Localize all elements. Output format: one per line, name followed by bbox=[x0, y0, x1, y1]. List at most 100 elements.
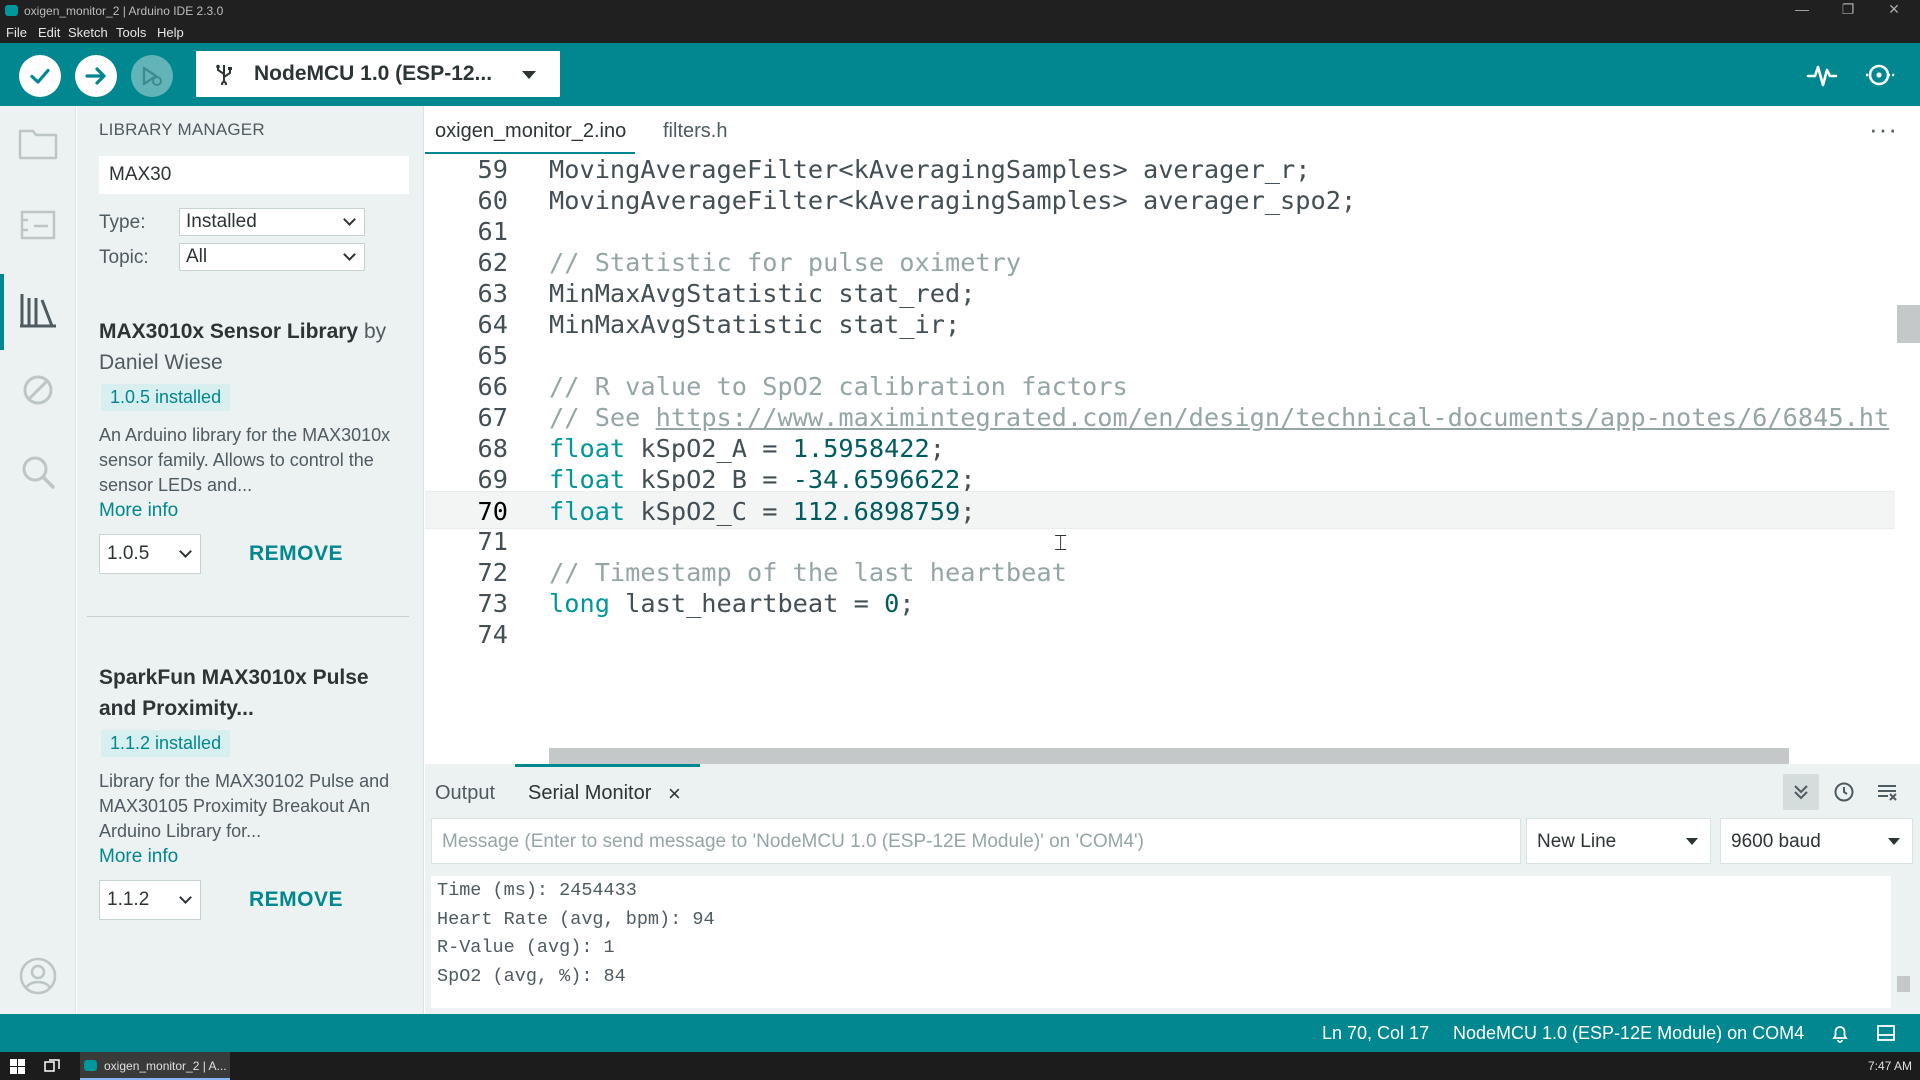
line-number: 61 bbox=[477, 217, 508, 246]
board-icon bbox=[20, 210, 56, 240]
verify-button[interactable] bbox=[19, 55, 61, 97]
editor-tabs: oxigen_monitor_2.ino filters.h ··· bbox=[425, 106, 1920, 156]
menu-sketch[interactable]: Sketch bbox=[68, 25, 108, 40]
debug-panel-button[interactable] bbox=[16, 368, 60, 412]
remove-button[interactable]: REMOVE bbox=[249, 888, 343, 912]
sketchbook-button[interactable] bbox=[16, 120, 60, 164]
code-token: long bbox=[549, 589, 610, 618]
library-icon bbox=[20, 294, 56, 328]
serial-scrollbar[interactable] bbox=[1897, 976, 1910, 992]
more-actions-icon[interactable]: ··· bbox=[1869, 114, 1898, 145]
clear-icon bbox=[1878, 785, 1897, 801]
library-search-input[interactable] bbox=[99, 156, 409, 194]
code-line[interactable]: 74 bbox=[425, 615, 1895, 653]
line-number: 60 bbox=[477, 186, 508, 215]
installed-badge: 1.1.2 installed bbox=[101, 730, 231, 757]
library-item: MAX3010x Sensor Library by Daniel Wiese … bbox=[99, 316, 409, 523]
library-description: Library for the MAX30102 Pulse and MAX30… bbox=[99, 771, 390, 841]
tab-serial-monitor[interactable]: Serial Monitor bbox=[528, 782, 651, 805]
code-editor[interactable]: 59 MovingAverageFilter<kAveragingSamples>… bbox=[425, 156, 1920, 764]
debug-button[interactable] bbox=[131, 55, 173, 97]
close-icon[interactable]: ✕ bbox=[1872, 1, 1916, 18]
baud-rate-select[interactable]: 9600 baud bbox=[1720, 818, 1913, 864]
topic-select[interactable]: All bbox=[179, 243, 365, 271]
task-view-icon[interactable] bbox=[44, 1059, 60, 1074]
library-name: MAX3010x Sensor Library bbox=[99, 320, 359, 343]
code-text: float kSpO2_B = -34.6596622; bbox=[549, 465, 975, 494]
library-description: An Arduino library for the MAX3010x sens… bbox=[99, 425, 391, 495]
line-ending-select[interactable]: New Line bbox=[1526, 818, 1711, 864]
version-select[interactable]: 1.0.5 bbox=[99, 534, 201, 574]
divider bbox=[87, 616, 409, 617]
menu-file[interactable]: File bbox=[6, 25, 27, 40]
board-selector[interactable]: NodeMCU 1.0 (ESP-12... bbox=[196, 51, 560, 97]
search-panel-button[interactable] bbox=[16, 450, 60, 494]
serial-line: Time (ms): 2454433 bbox=[437, 880, 637, 901]
code-token: ; bbox=[899, 589, 915, 618]
line-ending-value: New Line bbox=[1537, 831, 1617, 852]
version-select[interactable]: 1.1.2 bbox=[99, 880, 201, 920]
topic-label: Topic: bbox=[99, 247, 149, 268]
chevron-down-icon bbox=[179, 545, 192, 558]
board-port-status[interactable]: NodeMCU 1.0 (ESP-12E Module) on COM4 bbox=[1453, 1023, 1804, 1044]
code-token: last_heartbeat = bbox=[609, 589, 885, 618]
code-token: MovingAverageFilter<kAveragingSamples> a… bbox=[549, 186, 1357, 215]
type-select[interactable]: Installed bbox=[179, 208, 365, 236]
serial-message-input[interactable]: Message (Enter to send message to 'NodeM… bbox=[431, 818, 1521, 864]
code-text: // R value to SpO2 calibration factors bbox=[549, 372, 1128, 401]
usb-icon bbox=[216, 64, 232, 85]
minimize-icon[interactable]: — bbox=[1780, 1, 1824, 17]
clear-output-button[interactable] bbox=[1869, 774, 1905, 810]
toggle-panel-icon[interactable] bbox=[1876, 1023, 1896, 1043]
menu-help[interactable]: Help bbox=[157, 25, 184, 40]
taskbar-app-arduino[interactable]: oxigen_monitor_2 | A... bbox=[80, 1052, 230, 1080]
vertical-scrollbar[interactable] bbox=[1897, 305, 1920, 343]
timestamp-button[interactable] bbox=[1826, 774, 1862, 810]
activity-bar bbox=[0, 106, 76, 1014]
serial-monitor-icon[interactable] bbox=[1864, 59, 1896, 91]
tab-oxigen-monitor[interactable]: oxigen_monitor_2.ino bbox=[435, 120, 626, 143]
arduino-app-icon bbox=[5, 5, 18, 16]
tab-filters[interactable]: filters.h bbox=[663, 120, 727, 143]
serial-line: Heart Rate (avg, bpm): 94 bbox=[437, 909, 715, 930]
library-name: SparkFun MAX3010x Pulse and Proximity... bbox=[99, 666, 369, 720]
line-number: 68 bbox=[477, 434, 508, 463]
taskbar: oxigen_monitor_2 | A... 7:47 AM bbox=[0, 1052, 1920, 1080]
horizontal-scrollbar[interactable] bbox=[549, 748, 1789, 764]
menu-tools[interactable]: Tools bbox=[116, 25, 146, 40]
close-tab-icon[interactable]: × bbox=[668, 781, 681, 807]
bottom-panel: Output Serial Monitor × Message (Enter t… bbox=[425, 764, 1920, 1014]
status-bar: Ln 70, Col 17 NodeMCU 1.0 (ESP-12E Modul… bbox=[0, 1014, 1920, 1052]
account-button[interactable] bbox=[16, 954, 60, 998]
no-debug-icon bbox=[23, 375, 53, 405]
upload-button[interactable] bbox=[75, 55, 117, 97]
more-info-link[interactable]: More info bbox=[99, 498, 409, 523]
tab-output[interactable]: Output bbox=[435, 782, 495, 805]
line-number: 66 bbox=[477, 372, 508, 401]
line-number: 71 bbox=[477, 527, 508, 556]
windows-start-icon[interactable] bbox=[10, 1059, 25, 1074]
more-info-link[interactable]: More info bbox=[99, 844, 409, 869]
arduino-app-icon bbox=[84, 1060, 97, 1071]
code-token: // R value to SpO2 calibration factors bbox=[549, 372, 1128, 401]
cursor-position[interactable]: Ln 70, Col 17 bbox=[1322, 1023, 1429, 1044]
library-manager-button[interactable] bbox=[16, 288, 60, 332]
version-value: 1.1.2 bbox=[107, 889, 150, 910]
remove-button[interactable]: REMOVE bbox=[249, 542, 343, 566]
boards-manager-button[interactable] bbox=[16, 202, 60, 246]
library-manager-panel: LIBRARY MANAGER Type: Installed Topic: A… bbox=[77, 106, 424, 1014]
panel-title: LIBRARY MANAGER bbox=[99, 120, 265, 139]
autoscroll-button[interactable] bbox=[1783, 774, 1819, 810]
code-text: MovingAverageFilter<kAveragingSamples> a… bbox=[549, 186, 1356, 215]
bell-icon[interactable] bbox=[1830, 1023, 1850, 1043]
chevron-down-icon bbox=[343, 213, 356, 226]
maximize-icon[interactable]: ❐ bbox=[1826, 1, 1870, 18]
serial-output: Time (ms): 2454433 Heart Rate (avg, bpm)… bbox=[431, 876, 1891, 1008]
serial-plotter-icon[interactable] bbox=[1806, 59, 1838, 91]
code-token: -34.6596622 bbox=[792, 465, 961, 494]
code-token: 0 bbox=[884, 589, 900, 618]
code-token: // See bbox=[549, 403, 656, 432]
board-name: NodeMCU 1.0 (ESP-12... bbox=[254, 62, 493, 85]
menu-edit[interactable]: Edit bbox=[38, 25, 60, 40]
caret-down-icon bbox=[1686, 838, 1698, 845]
